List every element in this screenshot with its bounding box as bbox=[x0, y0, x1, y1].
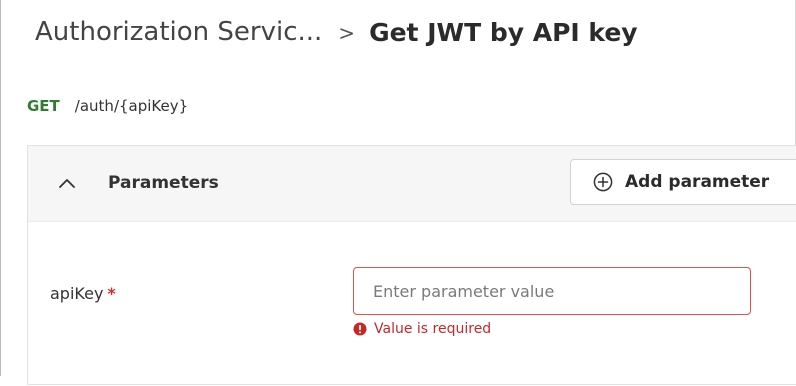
page-title: Get JWT by API key bbox=[369, 17, 638, 47]
chevron-up-icon[interactable] bbox=[56, 172, 78, 194]
http-method: GET bbox=[27, 97, 60, 115]
parameter-value-input[interactable] bbox=[353, 267, 751, 315]
add-parameter-button[interactable]: Add parameter bbox=[570, 159, 796, 205]
plus-circle-icon bbox=[593, 172, 613, 192]
request-view: Authorization Servic... > Get JWT by API… bbox=[0, 0, 796, 385]
required-marker: * bbox=[107, 284, 116, 303]
parameter-name-label: apiKey * bbox=[50, 283, 116, 305]
parameter-row: apiKey* Value is required bbox=[28, 221, 796, 386]
breadcrumb: Authorization Servic... > Get JWT by API… bbox=[35, 12, 638, 52]
parameter-name: apiKey bbox=[50, 284, 104, 303]
breadcrumb-separator: > bbox=[338, 21, 356, 45]
endpoint-path: /auth/{apiKey} bbox=[74, 97, 189, 115]
error-circle-icon bbox=[353, 322, 367, 336]
parameters-panel: Parameters Add parameter apiKey * Enter … bbox=[27, 145, 796, 385]
validation-error: Value is required bbox=[353, 321, 491, 337]
add-parameter-label: Add parameter bbox=[625, 172, 770, 192]
endpoint-line: GET /auth/{apiKey} bbox=[27, 95, 188, 117]
parameters-panel-header: Parameters Add parameter bbox=[28, 146, 796, 222]
parameters-title: Parameters bbox=[108, 173, 219, 193]
validation-error-text: Value is required bbox=[374, 321, 492, 337]
breadcrumb-parent[interactable]: Authorization Servic... bbox=[35, 17, 322, 47]
